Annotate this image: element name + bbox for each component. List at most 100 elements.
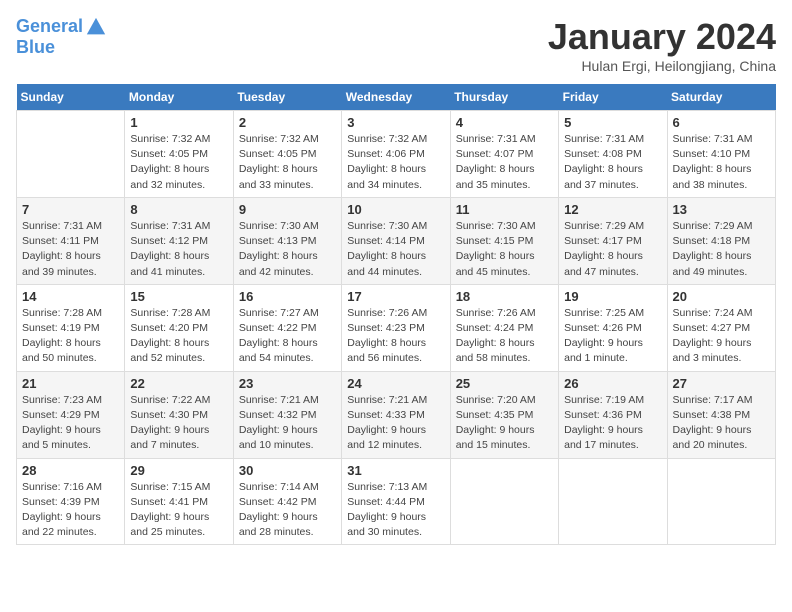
calendar-cell: 20Sunrise: 7:24 AM Sunset: 4:27 PM Dayli… bbox=[667, 284, 775, 371]
day-number: 10 bbox=[347, 202, 444, 217]
day-info: Sunrise: 7:31 AM Sunset: 4:10 PM Dayligh… bbox=[673, 132, 770, 193]
calendar-cell: 31 Sunrise: 7:13 AM Sunset: 4:44 PM Dayli… bbox=[342, 458, 450, 545]
day-number: 27 bbox=[673, 376, 770, 391]
calendar-cell: 27 Sunrise: 7:17 AM Sunset: 4:38 PM Dayli… bbox=[667, 371, 775, 458]
day-info: Sunrise: 7:30 AM Sunset: 4:15 PM Dayligh… bbox=[456, 219, 553, 280]
calendar-cell bbox=[17, 111, 125, 198]
day-info: Sunrise: 7:17 AM Sunset: 4:38 PM Dayligh… bbox=[673, 393, 770, 454]
day-number: 3 bbox=[347, 115, 444, 130]
day-info: Sunrise: 7:31 AM Sunset: 4:08 PM Dayligh… bbox=[564, 132, 661, 193]
calendar-cell: 24 Sunrise: 7:21 AM Sunset: 4:33 PM Dayli… bbox=[342, 371, 450, 458]
day-info: Sunrise: 7:31 AM Sunset: 4:07 PM Dayligh… bbox=[456, 132, 553, 193]
day-info: Sunrise: 7:23 AM Sunset: 4:29 PM Dayligh… bbox=[22, 393, 119, 454]
day-info: Sunrise: 7:19 AM Sunset: 4:36 PM Dayligh… bbox=[564, 393, 661, 454]
calendar-cell: 11 Sunrise: 7:30 AM Sunset: 4:15 PM Dayli… bbox=[450, 197, 558, 284]
calendar-cell: 5 Sunrise: 7:31 AM Sunset: 4:08 PM Daylig… bbox=[559, 111, 667, 198]
calendar-cell: 8Sunrise: 7:31 AM Sunset: 4:12 PM Daylig… bbox=[125, 197, 233, 284]
calendar-cell: 6 Sunrise: 7:31 AM Sunset: 4:10 PM Daylig… bbox=[667, 111, 775, 198]
day-info: Sunrise: 7:13 AM Sunset: 4:44 PM Dayligh… bbox=[347, 480, 444, 541]
day-info: Sunrise: 7:29 AM Sunset: 4:18 PM Dayligh… bbox=[673, 219, 770, 280]
calendar-cell: 26 Sunrise: 7:19 AM Sunset: 4:36 PM Dayli… bbox=[559, 371, 667, 458]
calendar-cell: 16 Sunrise: 7:27 AM Sunset: 4:22 PM Dayli… bbox=[233, 284, 341, 371]
day-info: Sunrise: 7:14 AM Sunset: 4:42 PM Dayligh… bbox=[239, 480, 336, 541]
calendar-cell: 3 Sunrise: 7:32 AM Sunset: 4:06 PM Daylig… bbox=[342, 111, 450, 198]
calendar-cell: 2 Sunrise: 7:32 AM Sunset: 4:05 PM Daylig… bbox=[233, 111, 341, 198]
day-number: 25 bbox=[456, 376, 553, 391]
day-number: 7 bbox=[22, 202, 119, 217]
day-of-week-header: Wednesday bbox=[342, 84, 450, 111]
day-number: 4 bbox=[456, 115, 553, 130]
day-number: 29 bbox=[130, 463, 227, 478]
calendar-header-row: SundayMondayTuesdayWednesdayThursdayFrid… bbox=[17, 84, 776, 111]
day-number: 20 bbox=[673, 289, 770, 304]
day-info: Sunrise: 7:28 AM Sunset: 4:20 PM Dayligh… bbox=[130, 306, 227, 367]
day-number: 16 bbox=[239, 289, 336, 304]
day-of-week-header: Monday bbox=[125, 84, 233, 111]
day-info: Sunrise: 7:25 AM Sunset: 4:26 PM Dayligh… bbox=[564, 306, 661, 367]
calendar-cell: 7 Sunrise: 7:31 AM Sunset: 4:11 PM Daylig… bbox=[17, 197, 125, 284]
day-of-week-header: Friday bbox=[559, 84, 667, 111]
calendar-week-row: 7 Sunrise: 7:31 AM Sunset: 4:11 PM Daylig… bbox=[17, 197, 776, 284]
page-header: General Blue January 2024 Hulan Ergi, He… bbox=[16, 16, 776, 74]
day-of-week-header: Saturday bbox=[667, 84, 775, 111]
calendar-week-row: 1Sunrise: 7:32 AM Sunset: 4:05 PM Daylig… bbox=[17, 111, 776, 198]
calendar-cell: 21 Sunrise: 7:23 AM Sunset: 4:29 PM Dayli… bbox=[17, 371, 125, 458]
calendar-cell: 10Sunrise: 7:30 AM Sunset: 4:14 PM Dayli… bbox=[342, 197, 450, 284]
day-info: Sunrise: 7:32 AM Sunset: 4:06 PM Dayligh… bbox=[347, 132, 444, 193]
day-number: 26 bbox=[564, 376, 661, 391]
logo-text: General Blue bbox=[16, 16, 107, 58]
calendar-cell: 17 Sunrise: 7:26 AM Sunset: 4:23 PM Dayli… bbox=[342, 284, 450, 371]
day-number: 15 bbox=[130, 289, 227, 304]
day-info: Sunrise: 7:30 AM Sunset: 4:13 PM Dayligh… bbox=[239, 219, 336, 280]
day-info: Sunrise: 7:21 AM Sunset: 4:32 PM Dayligh… bbox=[239, 393, 336, 454]
day-info: Sunrise: 7:31 AM Sunset: 4:11 PM Dayligh… bbox=[22, 219, 119, 280]
logo: General Blue bbox=[16, 16, 107, 58]
day-info: Sunrise: 7:32 AM Sunset: 4:05 PM Dayligh… bbox=[130, 132, 227, 193]
calendar-cell bbox=[667, 458, 775, 545]
day-number: 21 bbox=[22, 376, 119, 391]
day-info: Sunrise: 7:26 AM Sunset: 4:23 PM Dayligh… bbox=[347, 306, 444, 367]
day-info: Sunrise: 7:27 AM Sunset: 4:22 PM Dayligh… bbox=[239, 306, 336, 367]
day-number: 5 bbox=[564, 115, 661, 130]
calendar-cell: 14Sunrise: 7:28 AM Sunset: 4:19 PM Dayli… bbox=[17, 284, 125, 371]
day-of-week-header: Thursday bbox=[450, 84, 558, 111]
day-number: 9 bbox=[239, 202, 336, 217]
day-of-week-header: Sunday bbox=[17, 84, 125, 111]
calendar-week-row: 21 Sunrise: 7:23 AM Sunset: 4:29 PM Dayli… bbox=[17, 371, 776, 458]
day-info: Sunrise: 7:32 AM Sunset: 4:05 PM Dayligh… bbox=[239, 132, 336, 193]
day-info: Sunrise: 7:29 AM Sunset: 4:17 PM Dayligh… bbox=[564, 219, 661, 280]
day-info: Sunrise: 7:21 AM Sunset: 4:33 PM Dayligh… bbox=[347, 393, 444, 454]
day-number: 13 bbox=[673, 202, 770, 217]
day-number: 28 bbox=[22, 463, 119, 478]
day-info: Sunrise: 7:26 AM Sunset: 4:24 PM Dayligh… bbox=[456, 306, 553, 367]
day-number: 24 bbox=[347, 376, 444, 391]
calendar-week-row: 28Sunrise: 7:16 AM Sunset: 4:39 PM Dayli… bbox=[17, 458, 776, 545]
calendar-cell: 18Sunrise: 7:26 AM Sunset: 4:24 PM Dayli… bbox=[450, 284, 558, 371]
calendar-cell: 29 Sunrise: 7:15 AM Sunset: 4:41 PM Dayli… bbox=[125, 458, 233, 545]
calendar-cell: 25 Sunrise: 7:20 AM Sunset: 4:35 PM Dayli… bbox=[450, 371, 558, 458]
calendar-cell: 13 Sunrise: 7:29 AM Sunset: 4:18 PM Dayli… bbox=[667, 197, 775, 284]
day-number: 11 bbox=[456, 202, 553, 217]
calendar-cell bbox=[450, 458, 558, 545]
day-number: 19 bbox=[564, 289, 661, 304]
calendar-cell: 9 Sunrise: 7:30 AM Sunset: 4:13 PM Daylig… bbox=[233, 197, 341, 284]
day-number: 8 bbox=[130, 202, 227, 217]
calendar-table: SundayMondayTuesdayWednesdayThursdayFrid… bbox=[16, 84, 776, 545]
calendar-cell: 28Sunrise: 7:16 AM Sunset: 4:39 PM Dayli… bbox=[17, 458, 125, 545]
day-number: 31 bbox=[347, 463, 444, 478]
calendar-cell: 4 Sunrise: 7:31 AM Sunset: 4:07 PM Daylig… bbox=[450, 111, 558, 198]
calendar-week-row: 14Sunrise: 7:28 AM Sunset: 4:19 PM Dayli… bbox=[17, 284, 776, 371]
day-info: Sunrise: 7:20 AM Sunset: 4:35 PM Dayligh… bbox=[456, 393, 553, 454]
calendar-cell: 23 Sunrise: 7:21 AM Sunset: 4:32 PM Dayli… bbox=[233, 371, 341, 458]
calendar-body: 1Sunrise: 7:32 AM Sunset: 4:05 PM Daylig… bbox=[17, 111, 776, 545]
day-number: 6 bbox=[673, 115, 770, 130]
location-subtitle: Hulan Ergi, Heilongjiang, China bbox=[548, 58, 776, 74]
day-number: 2 bbox=[239, 115, 336, 130]
day-number: 17 bbox=[347, 289, 444, 304]
calendar-cell: 15 Sunrise: 7:28 AM Sunset: 4:20 PM Dayli… bbox=[125, 284, 233, 371]
month-title: January 2024 bbox=[548, 16, 776, 58]
day-info: Sunrise: 7:15 AM Sunset: 4:41 PM Dayligh… bbox=[130, 480, 227, 541]
day-info: Sunrise: 7:28 AM Sunset: 4:19 PM Dayligh… bbox=[22, 306, 119, 367]
day-number: 23 bbox=[239, 376, 336, 391]
calendar-cell: 30Sunrise: 7:14 AM Sunset: 4:42 PM Dayli… bbox=[233, 458, 341, 545]
